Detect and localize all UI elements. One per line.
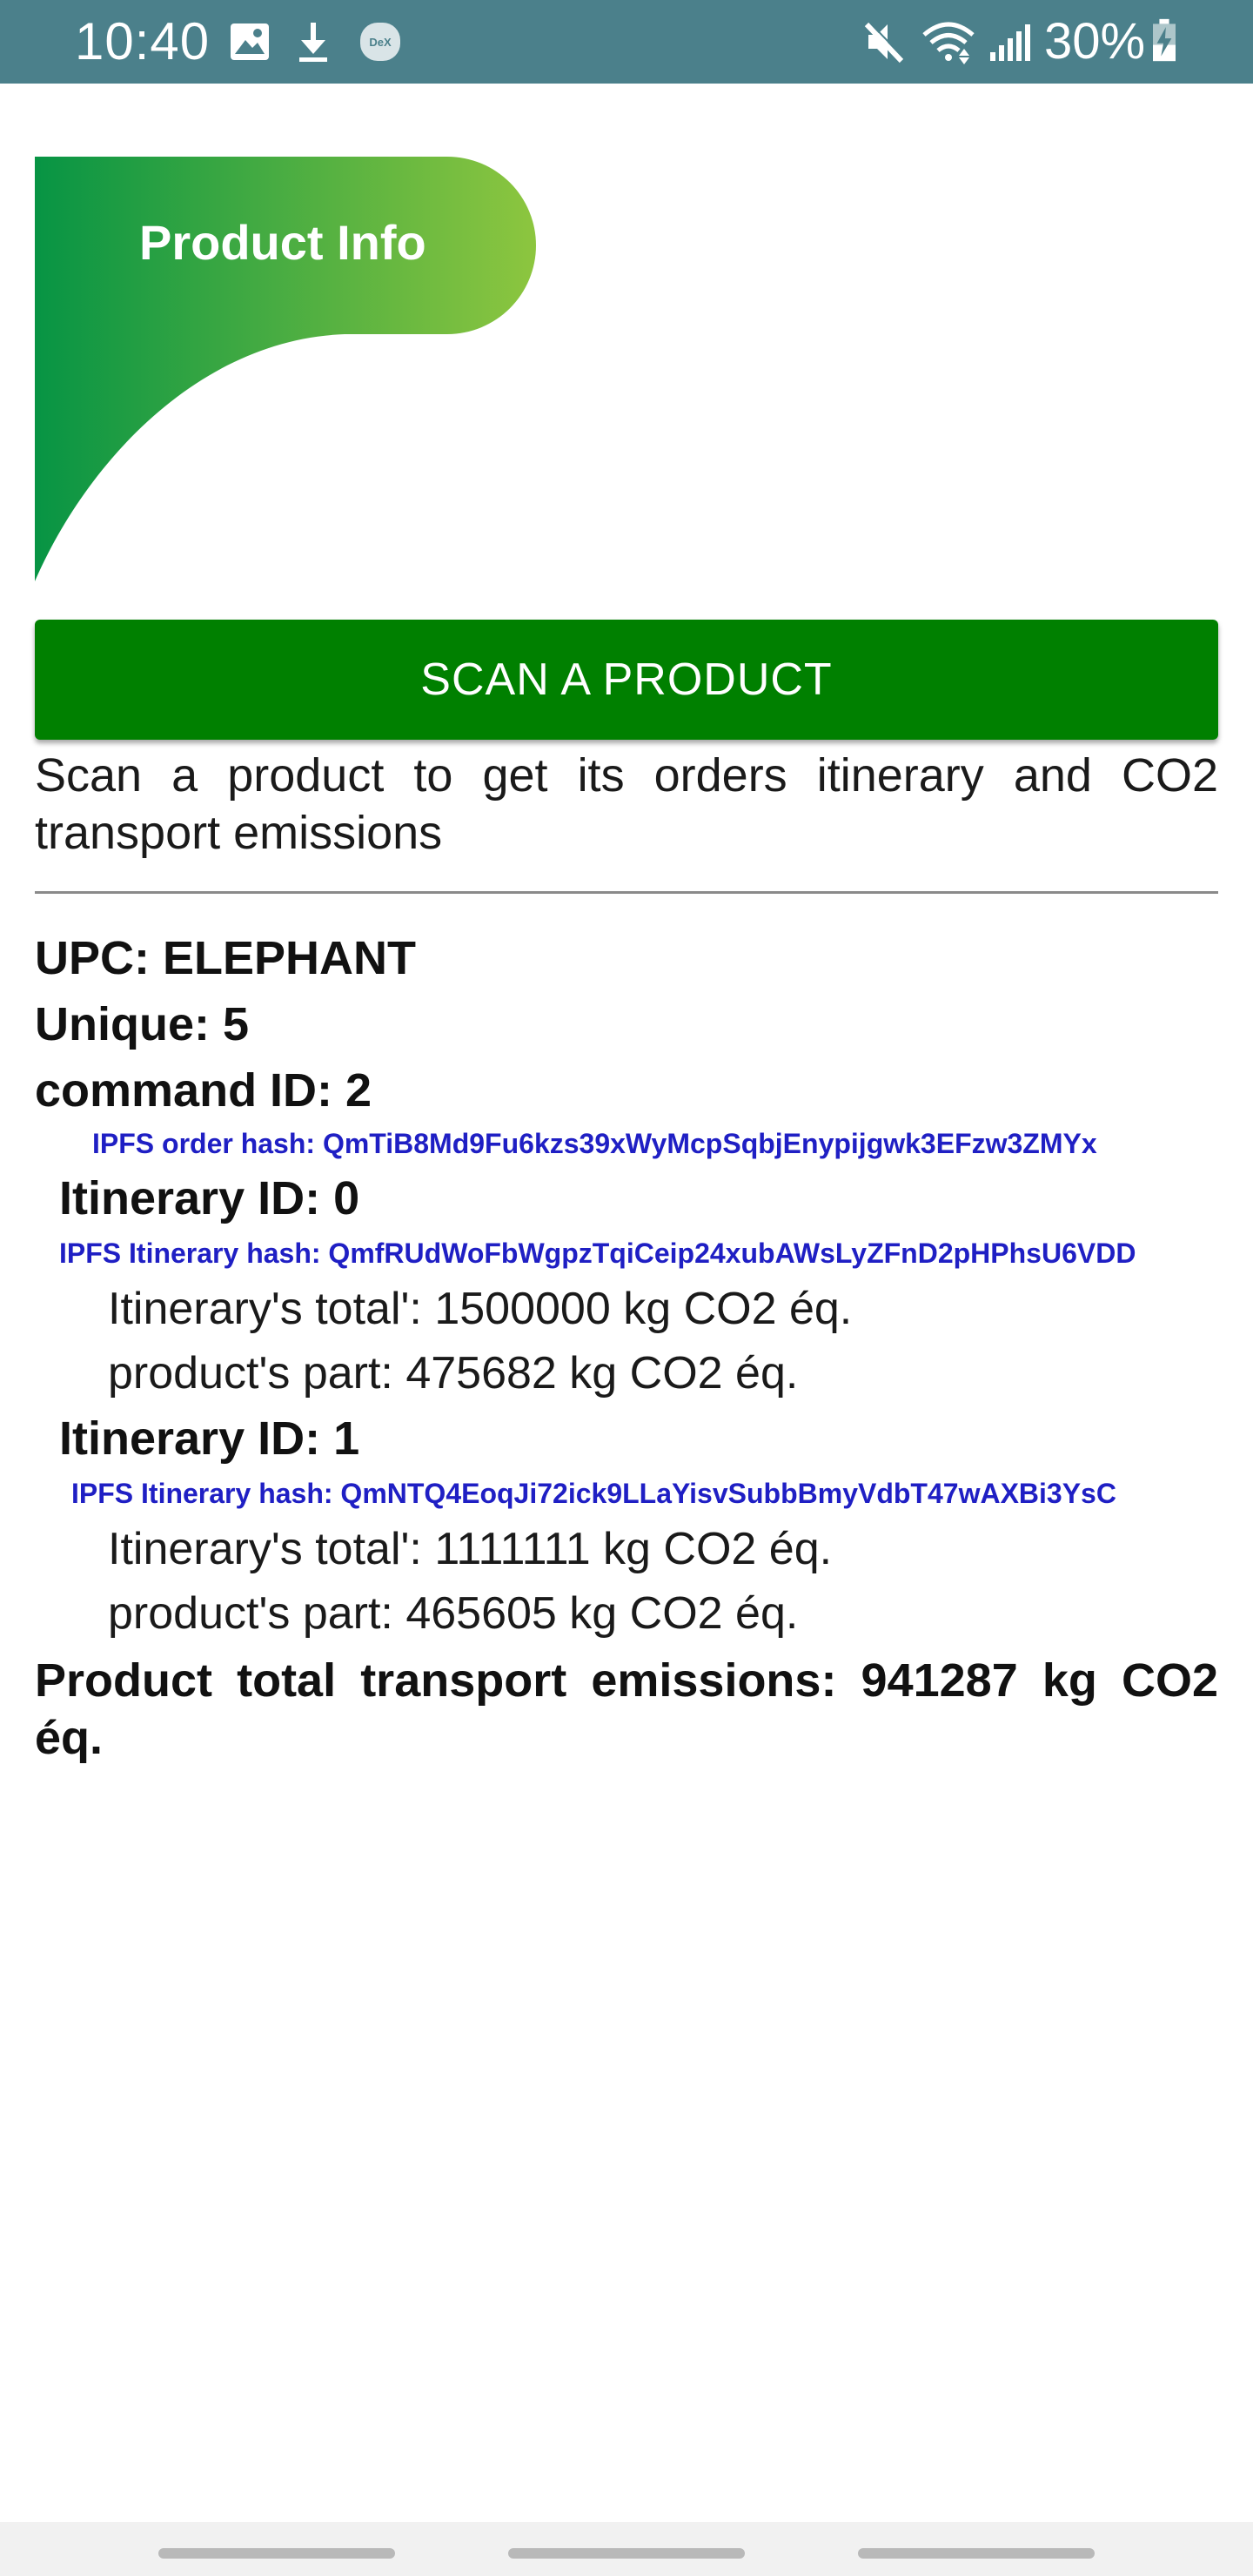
dex-label: DeX	[369, 36, 392, 49]
status-bar: 10:40 DeX 30%	[0, 0, 1253, 84]
battery-charging-icon	[1153, 18, 1176, 62]
product-part: product's part: 465605 kg CO2 éq.	[108, 1588, 799, 1639]
divider	[35, 891, 1218, 894]
ipfs-itinerary-hash: IPFS Itinerary hash: QmfRUdWoFbWgpzTqiCe…	[59, 1238, 1136, 1269]
command-id: command ID: 2	[35, 1064, 372, 1117]
page-title: Product Info	[139, 215, 426, 270]
nav-back-gesture[interactable]	[158, 2548, 395, 2559]
image-icon	[231, 23, 269, 60]
ipfs-order-hash: IPFS order hash: QmTiB8Md9Fu6kzs39xWyMcp…	[92, 1128, 1097, 1159]
product-part: product's part: 475682 kg CO2 éq.	[108, 1348, 799, 1399]
itinerary-total: Itinerary's total': 1500000 kg CO2 éq.	[108, 1284, 853, 1334]
download-icon	[299, 23, 327, 62]
product-upc: UPC: ELEPHANT	[35, 932, 417, 984]
mute-icon	[864, 21, 905, 64]
product-unique: Unique: 5	[35, 998, 250, 1050]
product-total-emissions: Product total transport emissions: 94128…	[35, 1654, 1218, 1764]
wifi-icon	[922, 22, 975, 64]
nav-home-gesture[interactable]	[508, 2548, 745, 2559]
signal-icon	[990, 24, 1030, 61]
itinerary-total: Itinerary's total': 1111111 kg CO2 éq.	[108, 1524, 833, 1574]
scan-product-button[interactable]: SCAN A PRODUCT	[35, 620, 1218, 740]
dex-icon: DeX	[360, 23, 400, 61]
ipfs-itinerary-hash: IPFS Itinerary hash: QmNTQ4EoqJi72ick9LL…	[71, 1478, 1116, 1509]
status-time: 10:40	[75, 12, 211, 70]
navigation-bar	[0, 2522, 1253, 2576]
itinerary-id: Itinerary ID: 1	[59, 1412, 360, 1465]
scan-description: Scan a product to get its orders itinera…	[35, 749, 1218, 859]
battery-percentage: 30%	[1044, 13, 1146, 70]
nav-recents-gesture[interactable]	[858, 2548, 1095, 2559]
itinerary-id: Itinerary ID: 0	[59, 1172, 360, 1224]
